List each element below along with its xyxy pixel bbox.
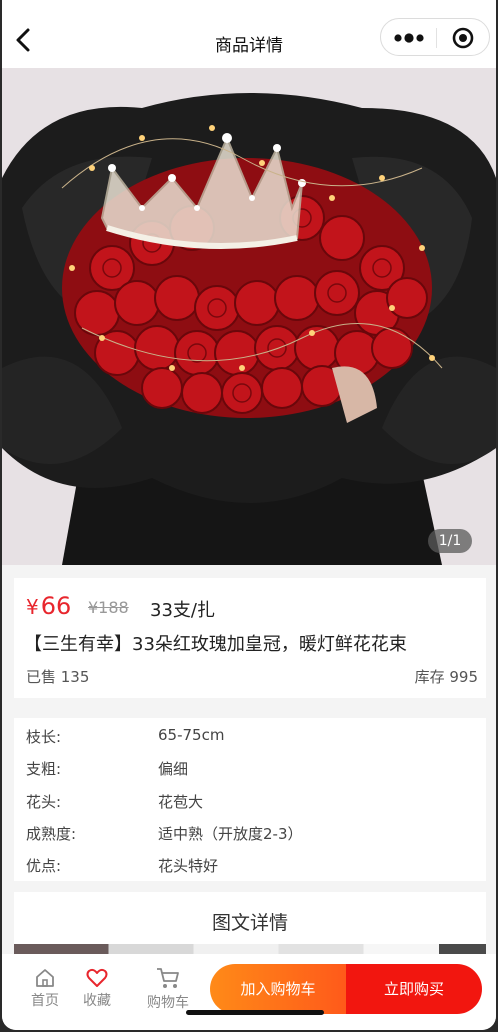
- spec-value: 适中熟（开放度2-3）: [158, 825, 303, 843]
- nav-header: 商品详情: [2, 0, 496, 68]
- price-symbol: ¥: [26, 595, 39, 619]
- cart-nav[interactable]: 购物车: [140, 966, 196, 1012]
- spec-key: 花头:: [26, 793, 62, 811]
- price-card: ¥66 ¥188 33支/扎 【三生有幸】33朵红玫瑰加皇冠，暖灯鲜花花束 已售…: [14, 578, 486, 698]
- spec-key: 成熟度:: [26, 825, 77, 843]
- spec-key: 支粗:: [26, 760, 62, 778]
- spec-key: 优点:: [26, 857, 62, 875]
- home-nav[interactable]: 首页: [22, 968, 68, 1010]
- buy-now-button[interactable]: 立即购买: [346, 964, 482, 1014]
- detail-title: 图文详情: [211, 912, 288, 934]
- capsule-divider: [436, 28, 437, 48]
- spec-value: 花头特好: [158, 857, 219, 875]
- stock-count: 库存 995: [414, 668, 478, 686]
- image-counter: 1/1: [428, 529, 472, 553]
- original-price: ¥188: [88, 598, 129, 617]
- bouquet-image: [2, 68, 496, 565]
- product-name: 【三生有幸】33朵红玫瑰加皇冠，暖灯鲜花花束: [24, 634, 407, 655]
- home-label: 首页: [31, 993, 59, 1009]
- current-price: ¥66: [26, 592, 71, 620]
- add-to-cart-button[interactable]: 加入购物车: [210, 964, 346, 1014]
- product-image[interactable]: 1/1: [2, 68, 496, 565]
- close-target-icon[interactable]: [451, 26, 475, 50]
- mini-program-capsule: [380, 18, 490, 56]
- product-unit: 33支/扎: [150, 600, 215, 621]
- spec-key: 枝长:: [26, 728, 62, 746]
- heart-icon: [86, 968, 108, 987]
- sold-count: 已售 135: [26, 668, 90, 686]
- home-icon: [36, 969, 54, 987]
- spec-value: 花苞大: [158, 793, 204, 811]
- cart-icon: [157, 968, 179, 988]
- more-dots-icon[interactable]: [393, 29, 427, 47]
- spec-value: 65-75cm: [158, 726, 225, 744]
- price-value: 66: [40, 592, 72, 620]
- detail-card: 图文详情: [14, 892, 486, 952]
- cart-label: 购物车: [147, 995, 189, 1011]
- spec-card: 枝长: 65-75cm 支粗: 偏细 花头: 花苞大 成熟度: 适中熟（开放度2…: [14, 718, 486, 881]
- bottom-action-bar: 首页 收藏 购物车 加入购物车 立即购买: [2, 954, 496, 1030]
- favorite-nav[interactable]: 收藏: [74, 968, 120, 1010]
- spec-value: 偏细: [158, 760, 189, 778]
- favorite-label: 收藏: [83, 993, 111, 1009]
- phone-screen: 商品详情 1/1 ¥66 ¥188 33支/扎 【三生有幸】33朵红玫瑰加皇冠，…: [2, 0, 496, 1030]
- home-indicator: [186, 1010, 324, 1015]
